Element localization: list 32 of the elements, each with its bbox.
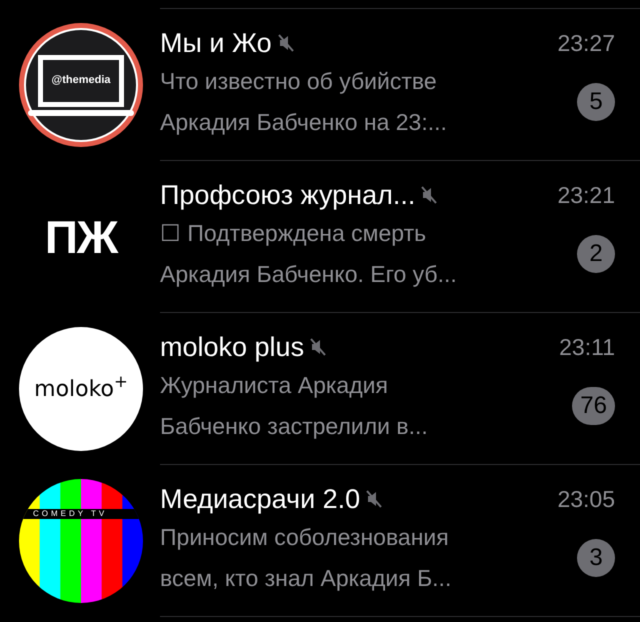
message-preview: Аркадия Бабченко на 23:... [160,108,447,137]
avatar-logo-text: moloko$^{+}$ [34,372,128,404]
chat-row[interactable]: moloko$^{+}$ moloko plus 23:11 Журналиста Аркадия Бабченко застрелили в... 76 [0,313,640,465]
message-time: 23:27 [557,28,615,58]
avatar-logo-text: @themedia [51,73,111,88]
chat-title: Медиасрачи 2.0 [160,483,360,516]
avatar-logo-text: COMEDY TV [33,510,108,518]
message-time: 23:11 [559,332,615,362]
unread-count-badge: 76 [572,387,615,425]
muted-speaker-icon [421,186,438,204]
unread-count-badge: 3 [577,539,615,577]
message-preview: Что известно об убийстве [160,67,438,96]
message-preview: Аркадия Бабченко. Его уб... [160,260,457,289]
unread-count-badge: 5 [577,83,615,121]
unread-count-badge: 2 [577,235,615,273]
chat-row[interactable]: ПЖ Профсоюз журнал... 23:21 ☐ Подтверждена смерть Аркадия Бабченко. Его уб... 2 [0,161,640,313]
chat-title: Профсоюз журнал... [160,179,416,212]
message-time: 23:21 [557,180,615,210]
message-preview: Приносим соболезнования [160,523,450,552]
chat-title: moloko plus [160,331,304,364]
muted-speaker-icon [310,338,326,356]
muted-speaker-icon [278,34,294,52]
message-preview: всем, кто знал Аркадия Б... [160,564,452,593]
message-preview: Журналиста Аркадия [160,371,389,400]
chat-row[interactable]: COMEDY TV Медиасрачи 2.0 23:05 Приносим соболезнования всем, кто знал Аркадия Б... 3 [0,465,640,617]
avatar-logo-text: ПЖ [44,214,118,260]
chat-title: Мы и Жо [160,27,272,60]
chat-row[interactable]: @themedia Мы и Жо 23:27 Что известно об убийстве Аркадия Бабченко на 23:... 5 [0,9,640,161]
muted-speaker-icon [366,490,382,508]
message-preview: Бабченко застрелили в... [160,412,428,441]
message-time: 23:05 [557,484,615,514]
message-preview: ☐ Подтверждена смерть [160,219,428,248]
